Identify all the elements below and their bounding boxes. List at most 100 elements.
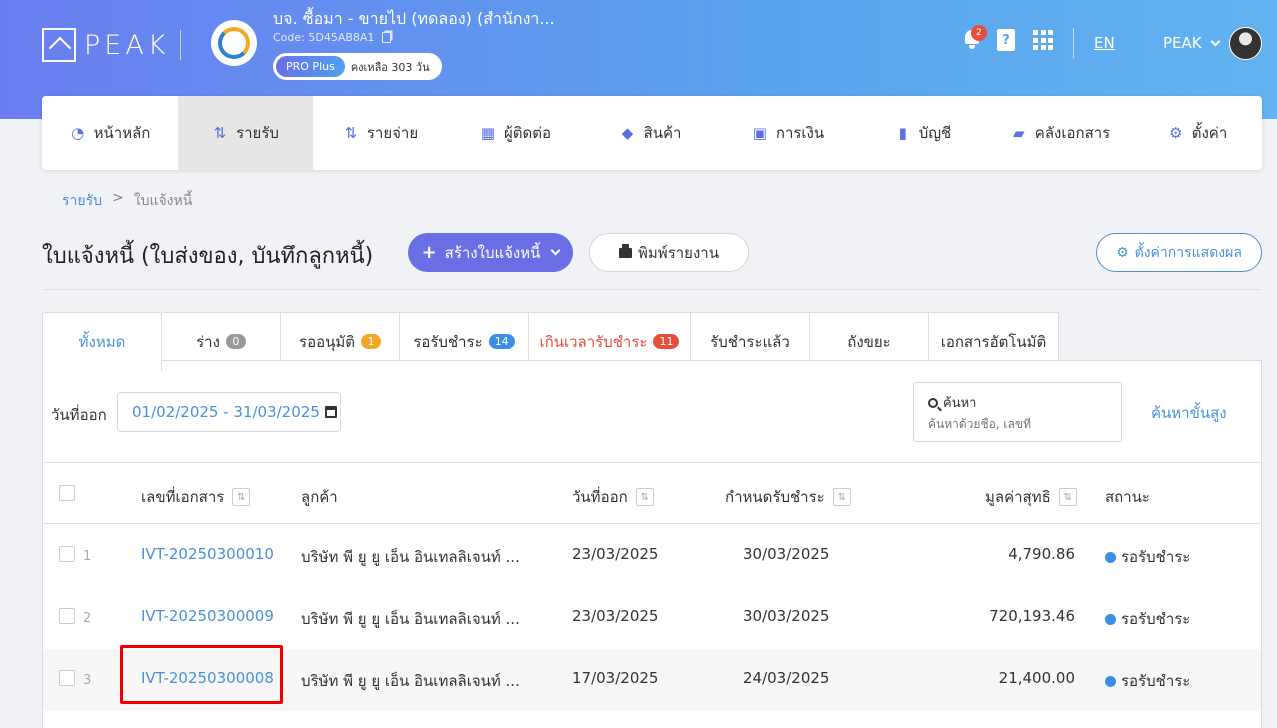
printer-icon [619, 243, 633, 258]
nav-item-expense[interactable]: ⇅ รายจ่าย [313, 96, 448, 170]
breadcrumb-parent[interactable]: รายรับ [62, 190, 102, 212]
status-badge: รอรับชำระ [1105, 669, 1190, 693]
print-report-label: พิมพ์รายงาน [638, 243, 719, 262]
company-name[interactable]: บจ. ซื้อมา - ขายไป (ทดลอง) (สำนักงา... [273, 7, 555, 32]
table-row[interactable]: 1 IVT-20250300010 บริษัท พี ยู ยู เอ็น อ… [43, 525, 1261, 587]
nav-item-label: รายรับ [236, 124, 279, 142]
sort-icon[interactable]: ⇅ [635, 488, 654, 506]
row-checkbox[interactable] [59, 546, 75, 562]
col-label: สถานะ [1105, 488, 1150, 506]
highlight-box [120, 645, 283, 704]
title-divider [42, 289, 1262, 290]
advanced-search-link[interactable]: ค้นหาขั้นสูง [1151, 401, 1227, 425]
plan-badge: PRO Plus [276, 56, 345, 77]
header-divider-right [1073, 28, 1074, 58]
plus-icon: + [421, 242, 437, 263]
col-label: วันที่ออก [572, 488, 628, 506]
nav-item-label: รายจ่าย [366, 124, 419, 142]
folder-icon: ▰ [1013, 124, 1025, 142]
row-checkbox[interactable] [59, 670, 75, 686]
doc-number-link[interactable]: IVT-20250300009 [141, 607, 274, 625]
breadcrumb: รายรับ > ใบแจ้งหนี้ [62, 190, 192, 212]
row-checkbox[interactable] [59, 608, 75, 624]
display-settings-button[interactable]: ⚙ ตั้งค่าการแสดงผล [1096, 233, 1262, 272]
nav-item-home[interactable]: ◔ หน้าหลัก [42, 96, 178, 170]
customer-name: บริษัท พี ยู ยู เอ็น อินเทลลิเจนท์ ... [301, 672, 520, 690]
copy-icon[interactable] [382, 32, 392, 43]
status-label: รอรับชำระ [1121, 672, 1191, 690]
col-issue-date[interactable]: วันที่ออก ⇅ [572, 485, 654, 509]
peak-logo[interactable]: PEAK [42, 28, 170, 62]
create-invoice-button[interactable]: + สร้างใบแจ้งหนี้ [408, 233, 573, 272]
tab-label: เกินเวลารับชำระ [539, 332, 648, 351]
company-logo[interactable] [211, 20, 257, 66]
col-due-date[interactable]: กำหนดรับชำระ ⇅ [725, 485, 851, 509]
sort-icon[interactable]: ⇅ [832, 488, 851, 506]
company-code: Code: 5D45AB8A1 [273, 31, 392, 44]
display-settings-label: ตั้งค่าการแสดงผล [1134, 244, 1242, 261]
issue-date: 17/03/2025 [572, 669, 659, 687]
calendar-icon [324, 406, 337, 418]
tab-count-badge: 14 [488, 334, 515, 349]
language-switch[interactable]: EN [1094, 34, 1115, 52]
doc-number-link[interactable]: IVT-20250300010 [141, 545, 274, 563]
bell-icon[interactable]: 2 [962, 25, 987, 50]
select-all-checkbox[interactable] [59, 485, 75, 501]
date-range-value: 01/02/2025 - 31/03/2025 [132, 403, 320, 421]
col-doc-no[interactable]: เลขที่เอกสาร ⇅ [141, 485, 251, 509]
tab-label: ถังขยะ [847, 332, 891, 351]
tab-label: ทั้งหมด [78, 333, 126, 351]
status-dot [1105, 613, 1116, 625]
breadcrumb-separator: > [112, 190, 124, 206]
nav-item-documents[interactable]: ▰ คลังเอกสาร [988, 96, 1133, 170]
nav-item-label: สินค้า [643, 124, 682, 142]
sort-icon[interactable]: ⇅ [1058, 488, 1077, 506]
apps-grid-icon[interactable] [1033, 30, 1053, 50]
peak-logo-mark [42, 28, 76, 62]
plan-pill[interactable]: PRO Plus คงเหลือ 303 วัน [273, 53, 442, 80]
tab-label: รอรับชำระ [413, 332, 483, 351]
nav-item-accounting[interactable]: ▮ บัญชี [858, 96, 988, 170]
nav-item-products[interactable]: ◆ สินค้า [583, 96, 718, 170]
col-customer: ลูกค้า [301, 485, 338, 509]
dashboard-icon: ◔ [71, 124, 85, 142]
status-dot [1105, 551, 1116, 563]
date-filter-label: วันที่ออก [51, 406, 107, 424]
user-name: PEAK [1163, 34, 1202, 52]
help-book-icon[interactable]: ? [997, 29, 1015, 51]
plan-remaining: คงเหลือ 303 วัน [350, 60, 430, 74]
nav-item-label: บัญชี [918, 124, 952, 142]
search-input[interactable] [928, 417, 1108, 431]
account-book-icon: ▮ [898, 124, 907, 142]
row-number: 3 [83, 673, 92, 688]
col-label: ลูกค้า [301, 488, 338, 506]
contacts-icon: ▦ [480, 124, 496, 142]
status-label: รอรับชำระ [1121, 610, 1191, 628]
chevron-down-icon [1210, 36, 1221, 46]
sort-icon[interactable]: ⇅ [232, 488, 251, 506]
company-code-text: Code: 5D45AB8A1 [273, 31, 375, 44]
due-date: 30/03/2025 [743, 607, 830, 625]
nav-item-settings[interactable]: ⚙ ตั้งค่า [1133, 96, 1262, 170]
search-icon [928, 397, 938, 408]
nav-item-finance[interactable]: ▣ การเงิน [718, 96, 858, 170]
avatar[interactable] [1229, 27, 1262, 60]
breadcrumb-current: ใบแจ้งหนี้ [133, 193, 193, 209]
tab-label: เอกสารอัตโนมัติ [940, 332, 1047, 351]
nav-item-contacts[interactable]: ▦ ผู้ติดต่อ [448, 96, 583, 170]
search-box[interactable]: ค้นหา [913, 382, 1122, 442]
status-dot [1105, 675, 1116, 687]
table-row[interactable]: 2 IVT-20250300009 บริษัท พี ยู ยู เอ็น อ… [43, 587, 1261, 649]
nav-item-income[interactable]: ⇅ รายรับ [178, 96, 313, 170]
tab-all[interactable]: ทั้งหมด [42, 312, 162, 371]
print-report-button[interactable]: พิมพ์รายงาน [589, 233, 749, 272]
due-date: 24/03/2025 [743, 669, 830, 687]
due-date: 30/03/2025 [743, 545, 830, 563]
nav-item-label: หน้าหลัก [93, 124, 151, 142]
user-menu[interactable]: PEAK [1163, 34, 1221, 52]
product-box-icon: ◆ [621, 124, 634, 142]
customer-name: บริษัท พี ยู ยู เอ็น อินเทลลิเจนท์ ... [301, 548, 520, 566]
date-range-input[interactable]: 01/02/2025 - 31/03/2025 [117, 392, 341, 432]
notification-count: 2 [971, 25, 987, 41]
col-net-amount[interactable]: มูลค่าสุทธิ ⇅ [985, 485, 1077, 509]
